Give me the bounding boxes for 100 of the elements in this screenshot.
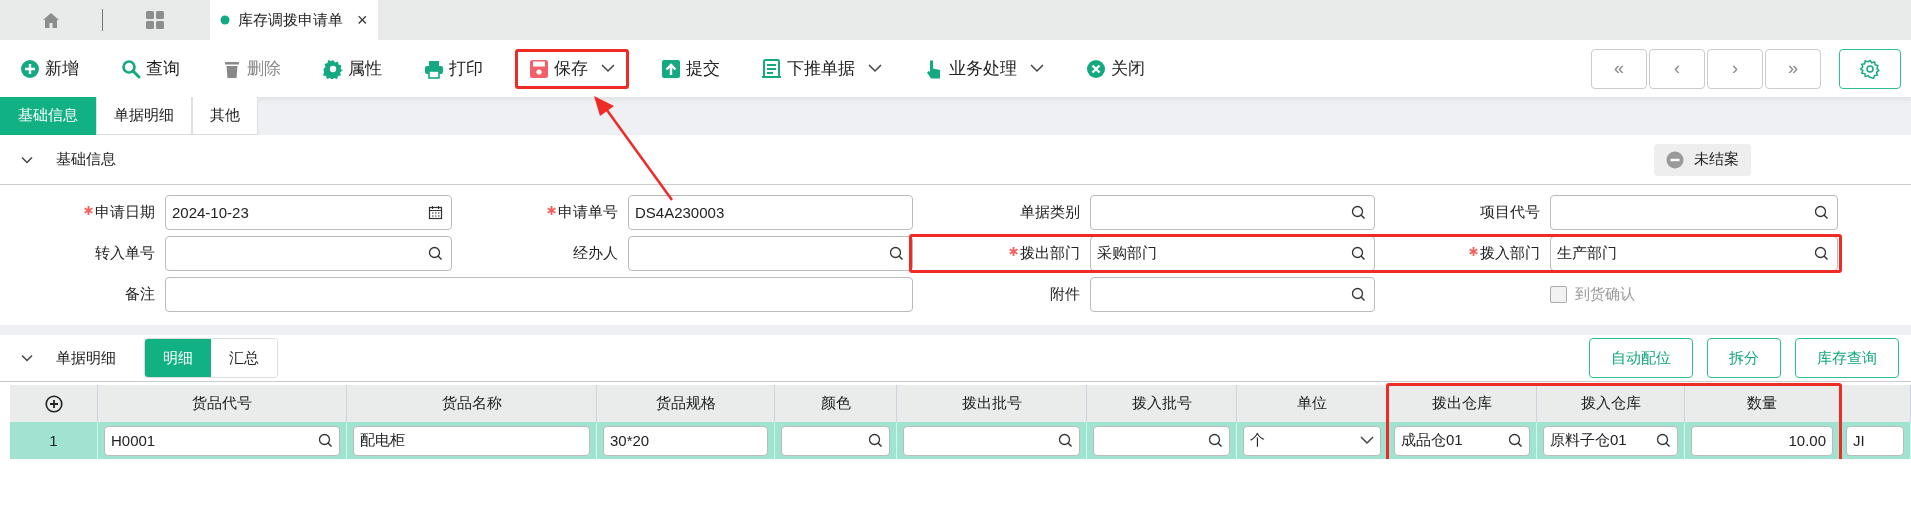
tab-title: 库存调拨申请单	[238, 10, 343, 30]
status-text: 未结案	[1694, 150, 1739, 169]
gear-icon	[323, 58, 343, 79]
field-value: 成品仓01	[1401, 431, 1464, 450]
field-value: 个	[1250, 431, 1266, 450]
nav-button[interactable]: ›	[1707, 48, 1763, 89]
lookup-field[interactable]	[628, 236, 913, 271]
toolbar-button[interactable]: 属性	[313, 48, 392, 89]
lookup-field[interactable]	[1093, 425, 1230, 456]
search-icon	[1508, 433, 1523, 448]
lookup-field[interactable]: 成品仓01	[1394, 425, 1530, 456]
tab[interactable]: 库存调拨申请单 ×	[210, 0, 378, 40]
toolbar-button[interactable]: 提交	[651, 48, 730, 89]
section-title: 基础信息	[56, 150, 116, 169]
column-header: 货品名称	[347, 385, 597, 422]
field-label: 申请日期	[95, 203, 155, 222]
search-icon	[889, 246, 904, 261]
field-label: 项目代号	[1480, 203, 1540, 222]
lookup-field[interactable]	[903, 425, 1080, 456]
text-field[interactable]: 30*20	[603, 425, 768, 456]
plus-circle-icon	[20, 58, 40, 79]
field-value: H0001	[111, 432, 157, 449]
text-field[interactable]	[165, 277, 913, 312]
close-button[interactable]: ×	[357, 9, 368, 31]
field-label: 拨出部门	[1020, 244, 1080, 263]
field-value: DS4A230003	[635, 204, 726, 221]
column-header: 拨出仓库	[1388, 385, 1537, 422]
lookup-field[interactable]: 原料子仓01	[1543, 425, 1678, 456]
home-icon	[42, 11, 60, 29]
tab[interactable]: 单据明细	[96, 97, 192, 135]
column-header: 货品规格	[597, 385, 775, 422]
toolbar-button[interactable]: 下推单据	[752, 48, 892, 89]
number-field[interactable]: 10.00	[1691, 425, 1833, 456]
add-row-icon[interactable]	[44, 394, 63, 413]
field-label: 经办人	[573, 244, 618, 263]
search-icon	[868, 433, 883, 448]
status-dot-icon	[220, 15, 230, 25]
search-icon	[428, 246, 443, 261]
calendar-icon	[428, 205, 443, 220]
minus-circle-icon	[1666, 150, 1684, 169]
toolbar-button[interactable]: 打印	[414, 48, 493, 89]
field-label: 附件	[1050, 285, 1080, 304]
field-value: 10.00	[1787, 432, 1826, 449]
lookup-field[interactable]	[781, 425, 890, 456]
field-label: 拨入部门	[1480, 244, 1540, 263]
search-icon	[1351, 205, 1366, 220]
toolbar-button[interactable]: 查询	[111, 48, 190, 89]
chevron-down-icon	[1360, 436, 1374, 445]
field-label: 单据类别	[1020, 203, 1080, 222]
field-label: 申请单号	[558, 203, 618, 222]
lookup-field[interactable]	[1090, 195, 1375, 230]
search-icon	[121, 58, 141, 79]
search-icon	[1814, 246, 1829, 261]
text-field[interactable]: 配电柜	[353, 425, 590, 456]
field-label: 转入单号	[95, 244, 155, 263]
column-header: 数量	[1685, 385, 1840, 422]
dropdown-field[interactable]: 个	[1243, 425, 1381, 456]
search-icon	[1208, 433, 1223, 448]
field-value: 生产部门	[1557, 244, 1618, 263]
field-value: 原料子仓01	[1550, 431, 1628, 450]
toolbar-button[interactable]: 关闭	[1076, 48, 1155, 89]
search-icon	[1351, 246, 1366, 261]
grid-icon	[144, 10, 165, 30]
search-icon	[1814, 205, 1829, 220]
lookup-field[interactable]	[165, 236, 452, 271]
toolbar-button[interactable]: 保存	[515, 48, 629, 89]
toolbar-button[interactable]: 新增	[10, 48, 89, 89]
column-header: 颜色	[775, 385, 897, 422]
text-field[interactable]: DS4A230003	[628, 195, 913, 230]
settings-icon	[1860, 58, 1880, 79]
lookup-field[interactable]	[1550, 195, 1838, 230]
printer-icon	[424, 58, 444, 79]
tab[interactable]: 其他	[192, 97, 258, 135]
nav-button[interactable]: «	[1591, 48, 1647, 89]
close-circle-icon	[1086, 58, 1106, 79]
nav-button[interactable]: »	[1765, 48, 1821, 89]
document-list-icon	[762, 58, 782, 79]
column-header: 拨入仓库	[1537, 385, 1685, 422]
field-value: 2024-10-23	[172, 204, 250, 221]
column-header: 货品代号	[98, 385, 347, 422]
nav-button[interactable]: ‹	[1649, 48, 1705, 89]
field-label: 备注	[125, 285, 155, 304]
field-value: 采购部门	[1097, 244, 1158, 263]
column-header: 单位	[1237, 385, 1388, 422]
checkbox-label: 到货确认	[1575, 285, 1635, 304]
field-value: 30*20	[610, 432, 651, 449]
toolbar-button[interactable]: 业务处理	[914, 48, 1054, 89]
lookup-field[interactable]: H0001	[104, 425, 340, 456]
column-header: 拨入批号	[1087, 385, 1237, 422]
search-icon	[1656, 433, 1671, 448]
row-number: 1	[10, 422, 98, 459]
search-icon	[1058, 433, 1073, 448]
settings-button[interactable]	[1839, 48, 1901, 89]
date-field[interactable]: 2024-10-23	[165, 195, 452, 230]
lookup-field[interactable]	[1090, 277, 1375, 312]
upload-icon	[661, 58, 681, 79]
text-field[interactable]: JI	[1846, 425, 1904, 456]
column-header: 拨出批号	[897, 385, 1087, 422]
search-icon	[318, 433, 333, 448]
field-value: JI	[1853, 432, 1866, 449]
